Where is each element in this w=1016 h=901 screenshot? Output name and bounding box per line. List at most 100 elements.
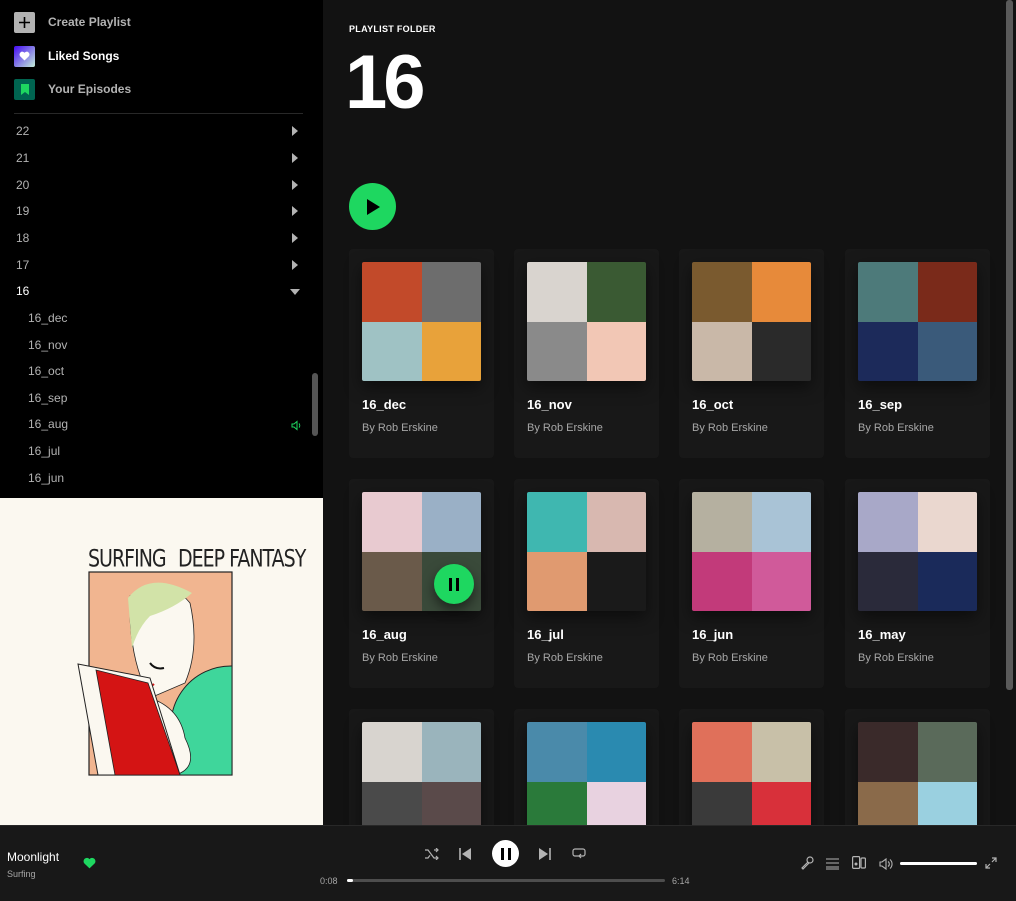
folder-type-label: PLAYLIST FOLDER (349, 24, 436, 34)
sidebar-playlist-16-sep[interactable]: 16_sep (28, 385, 308, 411)
playlist-card-subtitle: By Rob Erskine (692, 422, 768, 434)
repeat-icon[interactable] (572, 846, 586, 864)
your-episodes-button[interactable]: Your Episodes (14, 78, 131, 100)
sidebar-playlist-16-dec[interactable]: 16_dec (28, 305, 308, 331)
card-pause-button[interactable] (434, 564, 474, 604)
pause-icon (500, 847, 511, 860)
cover-tile (362, 262, 422, 322)
playlist-card-title[interactable]: 16_dec (362, 397, 406, 412)
chevron-right-icon (292, 153, 298, 163)
playlist-card[interactable]: 16_dec By Rob Erskine (349, 249, 494, 458)
progress-bar[interactable] (347, 879, 665, 882)
cover-tile (692, 722, 752, 782)
chevron-down-icon (290, 289, 300, 295)
cover-tile (858, 781, 918, 825)
playlist-card-title[interactable]: 16_oct (692, 397, 733, 412)
queue-icon[interactable] (826, 857, 839, 875)
volume-icon[interactable] (879, 857, 893, 875)
playlist-card-title[interactable]: 16_nov (527, 397, 572, 412)
track-title[interactable]: Moonlight (7, 850, 59, 864)
playlist-card-title[interactable]: 16_aug (362, 627, 407, 642)
cover-artist-text: SURFING (88, 545, 167, 573)
cover-tile (362, 321, 422, 381)
playlist-card[interactable]: 16_oct By Rob Erskine (679, 249, 824, 458)
folder-label: 19 (16, 204, 30, 218)
heart-icon[interactable] (83, 856, 96, 874)
lyrics-mic-icon[interactable] (800, 856, 814, 875)
playlist-label: 16_oct (28, 364, 65, 378)
cover-tile (421, 781, 481, 825)
sidebar-playlist-16-aug[interactable]: 16_aug (28, 411, 308, 437)
cover-tile (586, 492, 646, 552)
playlist-card[interactable]: 16_aug By Rob Erskine (349, 479, 494, 688)
playlist-card[interactable] (514, 709, 659, 825)
playlist-card-subtitle: By Rob Erskine (527, 422, 603, 434)
playlist-card[interactable]: 16_jun By Rob Erskine (679, 479, 824, 688)
elapsed-time: 0:08 (320, 876, 338, 886)
next-track-icon[interactable] (539, 847, 551, 865)
cover-tile (751, 551, 811, 611)
play-button[interactable] (349, 183, 396, 230)
playlist-card[interactable]: 16_nov By Rob Erskine (514, 249, 659, 458)
progress-fill (347, 879, 354, 882)
playlist-cover-mosaic (692, 262, 811, 381)
playlist-card[interactable]: 16_may By Rob Erskine (845, 479, 990, 688)
playlist-card[interactable]: 16_sep By Rob Erskine (845, 249, 990, 458)
playlist-label: 16_jun (28, 471, 65, 485)
folder-16[interactable]: 16 (0, 278, 310, 304)
cover-tile (362, 492, 422, 552)
playlist-cover-mosaic (692, 492, 811, 611)
cover-tile (527, 781, 587, 825)
cover-tile (858, 722, 918, 782)
cover-tile (692, 551, 752, 611)
cover-tile (917, 781, 977, 825)
folder-22[interactable]: 22 (0, 118, 310, 144)
playlist-card-title[interactable]: 16_may (858, 627, 906, 642)
playlist-card-title[interactable]: 16_jun (692, 627, 733, 642)
playlist-card-subtitle: By Rob Erskine (858, 652, 934, 664)
cover-tile (692, 262, 752, 322)
sidebar-playlist-16-nov[interactable]: 16_nov (28, 332, 308, 358)
playlist-card[interactable] (679, 709, 824, 825)
create-playlist-button[interactable]: Create Playlist (14, 11, 131, 33)
cover-tile (692, 321, 752, 381)
playlist-cover-mosaic (527, 492, 646, 611)
fullscreen-icon[interactable] (985, 856, 997, 874)
chevron-right-icon (292, 180, 298, 190)
sidebar-playlist-16-jul[interactable]: 16_jul (28, 438, 308, 464)
folder-18[interactable]: 18 (0, 225, 310, 251)
pause-button[interactable] (492, 840, 519, 867)
previous-track-icon[interactable] (459, 847, 471, 865)
folder-19[interactable]: 19 (0, 198, 310, 224)
playlist-label: 16_jul (28, 444, 61, 458)
cover-tile (751, 781, 811, 825)
playlist-card-title[interactable]: 16_sep (858, 397, 902, 412)
speaker-playing-icon (291, 418, 302, 436)
main-scrollbar[interactable] (1006, 0, 1013, 690)
playlist-card[interactable]: 16_jul By Rob Erskine (514, 479, 659, 688)
cover-tile (917, 551, 977, 611)
cover-tile (421, 722, 481, 782)
now-playing-cover-art[interactable]: SURFING DEEP FANTASY (0, 498, 323, 825)
cover-tile (362, 551, 422, 611)
track-artist[interactable]: Surfing (7, 869, 36, 879)
playlist-card[interactable] (349, 709, 494, 825)
volume-slider[interactable] (900, 862, 977, 865)
sidebar-scrollbar[interactable] (312, 373, 318, 436)
playlist-card[interactable] (845, 709, 990, 825)
liked-songs-button[interactable]: Liked Songs (14, 45, 119, 67)
folder-label: 21 (16, 151, 30, 165)
playlist-cover-mosaic (527, 722, 646, 825)
sidebar-playlist-16-oct[interactable]: 16_oct (28, 358, 308, 384)
pause-icon (449, 577, 459, 591)
connect-device-icon[interactable] (852, 856, 867, 874)
folder-21[interactable]: 21 (0, 145, 310, 171)
folder-20[interactable]: 20 (0, 172, 310, 198)
cover-tile (692, 781, 752, 825)
shuffle-icon[interactable] (425, 847, 439, 865)
playlist-cover-mosaic (858, 492, 977, 611)
sidebar-playlist-16-jun[interactable]: 16_jun (28, 465, 308, 491)
playlist-card-title[interactable]: 16_jul (527, 627, 564, 642)
cover-tile (527, 321, 587, 381)
folder-17[interactable]: 17 (0, 252, 310, 278)
